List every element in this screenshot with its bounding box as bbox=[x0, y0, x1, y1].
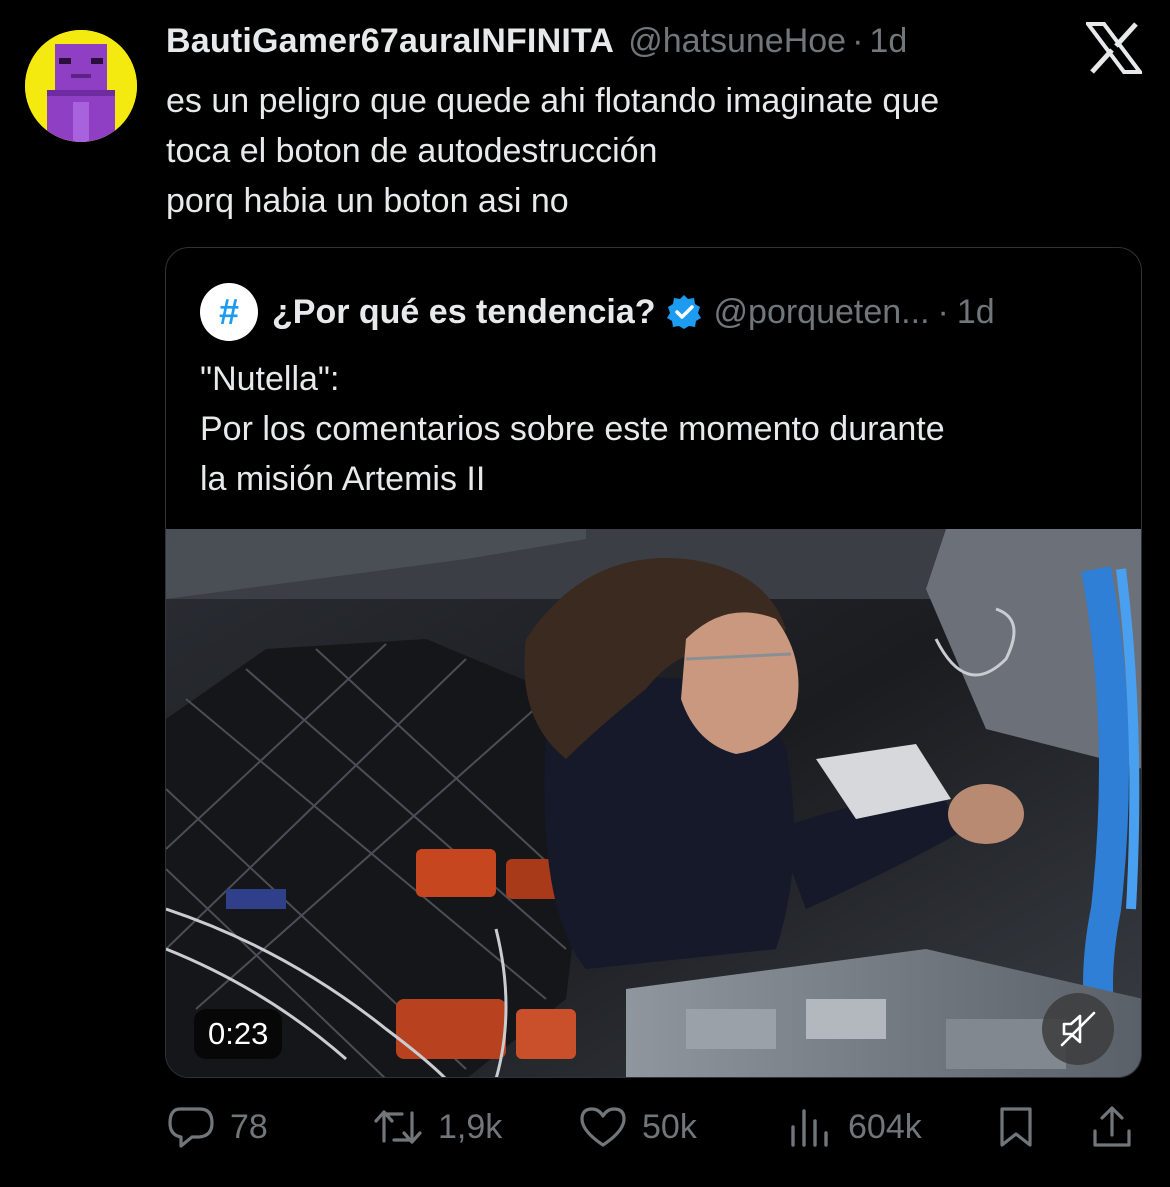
tweet-text-line: es un peligro que quede ahi flotando ima… bbox=[166, 82, 940, 120]
muted-speaker-icon bbox=[1060, 1011, 1096, 1047]
quoted-text-line: la misión Artemis II bbox=[200, 460, 486, 498]
like-count: 50k bbox=[642, 1107, 697, 1146]
tweet-header: BautiGamer67auraINFINITA @hatsuneHoe · 1… bbox=[166, 22, 907, 68]
quoted-tweet-text: "Nutella": Por los comentarios sobre est… bbox=[200, 354, 945, 504]
views-icon bbox=[791, 1109, 828, 1147]
quoted-author-display-name[interactable]: ¿Por qué es tendencia? bbox=[272, 293, 656, 332]
bookmark-icon bbox=[1000, 1107, 1032, 1147]
repost-button[interactable]: 1,9k bbox=[372, 1097, 502, 1157]
share-button[interactable] bbox=[1090, 1097, 1134, 1157]
repost-count: 1,9k bbox=[438, 1107, 503, 1146]
quoted-header-separator: · bbox=[937, 292, 949, 331]
views-button[interactable]: 604k bbox=[788, 1097, 922, 1157]
views-count: 604k bbox=[848, 1107, 922, 1146]
tweet-text-line: porq habia un boton asi no bbox=[166, 182, 569, 220]
tweet-action-bar: 78 1,9k 50k 604k bbox=[0, 1097, 1170, 1157]
like-button[interactable]: 50k bbox=[578, 1097, 697, 1157]
author-avatar[interactable] bbox=[25, 30, 137, 142]
quoted-text-line: Por los comentarios sobre este momento d… bbox=[200, 410, 945, 448]
header-separator: · bbox=[852, 22, 864, 60]
quoted-author-avatar[interactable]: # bbox=[200, 283, 258, 341]
x-logo-icon bbox=[1084, 22, 1144, 74]
reply-count: 78 bbox=[230, 1107, 268, 1146]
quoted-tweet-header: # ¿Por qué es tendencia? @porqueten... ·… bbox=[200, 283, 995, 341]
reply-button[interactable]: 78 bbox=[166, 1097, 268, 1157]
quoted-tweet-timestamp[interactable]: 1d bbox=[957, 293, 995, 332]
video-frame-thumbnail bbox=[166, 529, 1141, 1077]
hashtag-icon: # bbox=[218, 291, 240, 332]
quoted-tweet-card[interactable]: # ¿Por qué es tendencia? @porqueten... ·… bbox=[165, 247, 1142, 1078]
tweet-text-line: toca el boton de autodestrucción bbox=[166, 132, 658, 170]
tweet-text: es un peligro que quede ahi flotando ima… bbox=[166, 76, 1126, 226]
video-player[interactable]: 0:23 bbox=[166, 529, 1141, 1077]
quoted-author-handle[interactable]: @porqueten... bbox=[714, 293, 930, 332]
mute-toggle-button[interactable] bbox=[1042, 993, 1114, 1065]
video-duration: 0:23 bbox=[194, 1009, 283, 1059]
author-display-name[interactable]: BautiGamer67auraINFINITA bbox=[166, 22, 614, 61]
reply-icon bbox=[168, 1107, 214, 1148]
bookmark-button[interactable] bbox=[996, 1097, 1036, 1157]
heart-icon bbox=[580, 1107, 626, 1147]
author-handle[interactable]: @hatsuneHoe bbox=[628, 22, 846, 61]
tweet-timestamp[interactable]: 1d bbox=[869, 22, 907, 61]
verified-badge-icon bbox=[666, 294, 702, 330]
share-icon bbox=[1093, 1106, 1131, 1147]
purple-character-avatar-icon bbox=[25, 30, 137, 142]
repost-icon bbox=[374, 1110, 422, 1144]
quoted-text-line: "Nutella": bbox=[200, 360, 340, 398]
